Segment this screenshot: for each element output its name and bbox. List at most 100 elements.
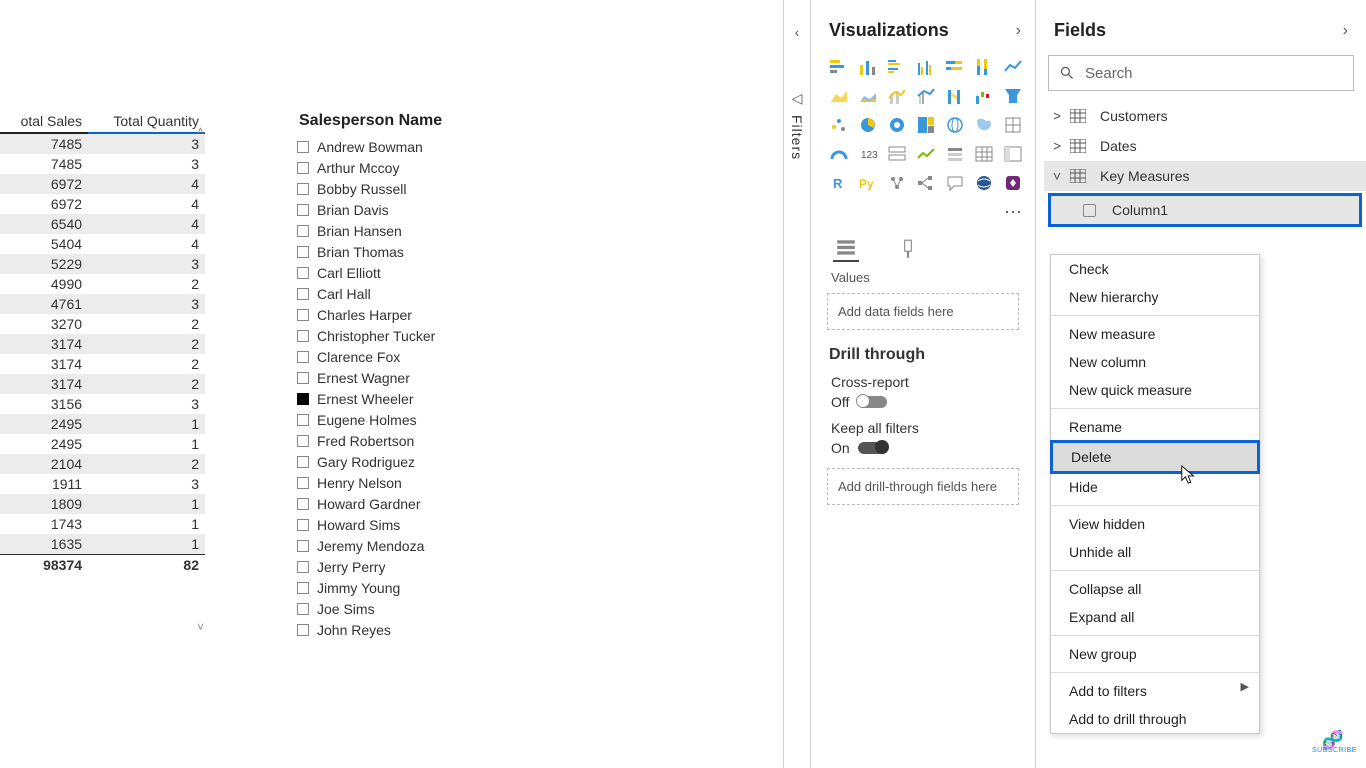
table-node[interactable]: ˅Dates	[1044, 131, 1366, 161]
checkbox-icon[interactable]	[297, 246, 309, 258]
slicer-visual[interactable]: Salesperson Name Andrew BowmanArthur Mcc…	[297, 112, 597, 640]
chevron-down-icon[interactable]: ˅	[1050, 168, 1064, 184]
slicer-item[interactable]: Howard Sims	[297, 514, 597, 535]
menu-item[interactable]: New hierarchy	[1051, 283, 1259, 311]
checkbox-icon[interactable]	[297, 267, 309, 279]
table-row[interactable]: 31742	[0, 354, 205, 374]
table-icon[interactable]	[972, 142, 996, 166]
slicer-item[interactable]: Jeremy Mendoza	[297, 535, 597, 556]
table-row[interactable]: 69724	[0, 174, 205, 194]
checkbox-icon[interactable]	[297, 309, 309, 321]
menu-item[interactable]: Add to drill through	[1051, 705, 1259, 733]
clustered-column-icon[interactable]	[914, 55, 938, 79]
funnel-icon[interactable]	[1001, 84, 1025, 108]
slicer-item[interactable]: Fred Robertson	[297, 430, 597, 451]
shape-map-icon[interactable]	[1001, 113, 1025, 137]
values-well[interactable]: Add data fields here	[827, 293, 1019, 330]
slicer-item[interactable]: Ernest Wheeler	[297, 388, 597, 409]
menu-item[interactable]: Add to filters▶	[1051, 672, 1259, 705]
line-clustered-col-icon[interactable]	[914, 84, 938, 108]
table-row[interactable]: 31742	[0, 334, 205, 354]
table-row[interactable]: 69724	[0, 194, 205, 214]
menu-item[interactable]: View hidden	[1051, 505, 1259, 538]
waterfall-icon[interactable]	[972, 84, 996, 108]
checkbox-icon[interactable]	[297, 456, 309, 468]
keep-filters-toggle[interactable]: On	[831, 440, 888, 456]
drillthrough-well[interactable]: Add drill-through fields here	[827, 468, 1019, 505]
filters-pane-collapsed[interactable]: ‹ ◁ Filters	[783, 0, 811, 768]
table-node[interactable]: ˅Key Measures	[1044, 161, 1366, 191]
checkbox-icon[interactable]	[297, 603, 309, 615]
qna-icon[interactable]	[943, 171, 967, 195]
card-icon[interactable]: 123	[856, 142, 880, 166]
slicer-item[interactable]: Howard Gardner	[297, 493, 597, 514]
table-row[interactable]: 24951	[0, 434, 205, 454]
key-influencers-icon[interactable]	[885, 171, 909, 195]
kpi-icon[interactable]	[914, 142, 938, 166]
table-row[interactable]: 24951	[0, 414, 205, 434]
slicer-item[interactable]: Brian Hansen	[297, 220, 597, 241]
decomp-tree-icon[interactable]	[914, 171, 938, 195]
slicer-item[interactable]: Carl Elliott	[297, 262, 597, 283]
table-row[interactable]: 18091	[0, 494, 205, 514]
checkbox-icon[interactable]	[297, 225, 309, 237]
checkbox-icon[interactable]	[297, 477, 309, 489]
clustered-bar-icon[interactable]	[885, 55, 909, 79]
table-row[interactable]: 31563	[0, 394, 205, 414]
table-visual[interactable]: otal Sales Total Quantity 74853748536972…	[0, 110, 205, 575]
arcgis-icon[interactable]	[972, 171, 996, 195]
checkbox-icon[interactable]	[1083, 204, 1096, 217]
slicer-item[interactable]: Brian Thomas	[297, 241, 597, 262]
slicer-item[interactable]: Eugene Holmes	[297, 409, 597, 430]
map-icon[interactable]	[943, 113, 967, 137]
checkbox-icon[interactable]	[297, 204, 309, 216]
line-chart-icon[interactable]	[1001, 55, 1025, 79]
matrix-icon[interactable]	[1001, 142, 1025, 166]
ribbon-chart-icon[interactable]	[943, 84, 967, 108]
slicer-item[interactable]: Henry Nelson	[297, 472, 597, 493]
menu-item[interactable]: Delete	[1050, 440, 1260, 474]
table-row[interactable]: 47613	[0, 294, 205, 314]
checkbox-icon[interactable]	[297, 183, 309, 195]
table-row[interactable]: 74853	[0, 133, 205, 154]
menu-item[interactable]: Check	[1051, 255, 1259, 283]
table-row[interactable]: 21042	[0, 454, 205, 474]
format-tab-icon[interactable]	[895, 236, 921, 262]
slicer-item[interactable]: Andrew Bowman	[297, 136, 597, 157]
line-stacked-col-icon[interactable]	[885, 84, 909, 108]
table-row[interactable]: 19113	[0, 474, 205, 494]
scatter-icon[interactable]	[827, 113, 851, 137]
table-row[interactable]: 49902	[0, 274, 205, 294]
fields-tab-icon[interactable]	[833, 236, 859, 262]
menu-item[interactable]: Expand all	[1051, 603, 1259, 631]
slicer-item[interactable]: Joe Sims	[297, 598, 597, 619]
col-header-qty[interactable]: Total Quantity	[88, 110, 205, 133]
table-row[interactable]: 16351	[0, 534, 205, 555]
checkbox-icon[interactable]	[297, 372, 309, 384]
col-header-sales[interactable]: otal Sales	[0, 110, 88, 133]
multi-card-icon[interactable]	[885, 142, 909, 166]
menu-item[interactable]: New quick measure	[1051, 376, 1259, 404]
chevron-right-icon[interactable]: ˅	[1049, 139, 1065, 153]
menu-item[interactable]: New column	[1051, 348, 1259, 376]
slicer-item[interactable]: John Reyes	[297, 619, 597, 640]
gauge-icon[interactable]	[827, 142, 851, 166]
stacked-column-icon[interactable]	[856, 55, 880, 79]
stacked-bar-icon[interactable]	[827, 55, 851, 79]
r-visual-icon[interactable]: R	[827, 171, 851, 195]
checkbox-icon[interactable]	[297, 141, 309, 153]
checkbox-icon[interactable]	[297, 624, 309, 636]
slicer-item[interactable]: Carl Hall	[297, 283, 597, 304]
chevron-left-icon[interactable]: ‹	[795, 24, 800, 40]
table-node[interactable]: ˅Customers	[1044, 101, 1366, 131]
slicer-item[interactable]: Gary Rodriguez	[297, 451, 597, 472]
pie-icon[interactable]	[856, 113, 880, 137]
treemap-icon[interactable]	[914, 113, 938, 137]
slicer-item[interactable]: Arthur Mccoy	[297, 157, 597, 178]
more-visuals-icon[interactable]: ⋯	[1001, 200, 1025, 224]
checkbox-icon[interactable]	[297, 582, 309, 594]
slicer-item[interactable]: Charles Harper	[297, 304, 597, 325]
table-row[interactable]: 17431	[0, 514, 205, 534]
menu-item[interactable]: Unhide all	[1051, 538, 1259, 566]
checkbox-icon[interactable]	[297, 330, 309, 342]
